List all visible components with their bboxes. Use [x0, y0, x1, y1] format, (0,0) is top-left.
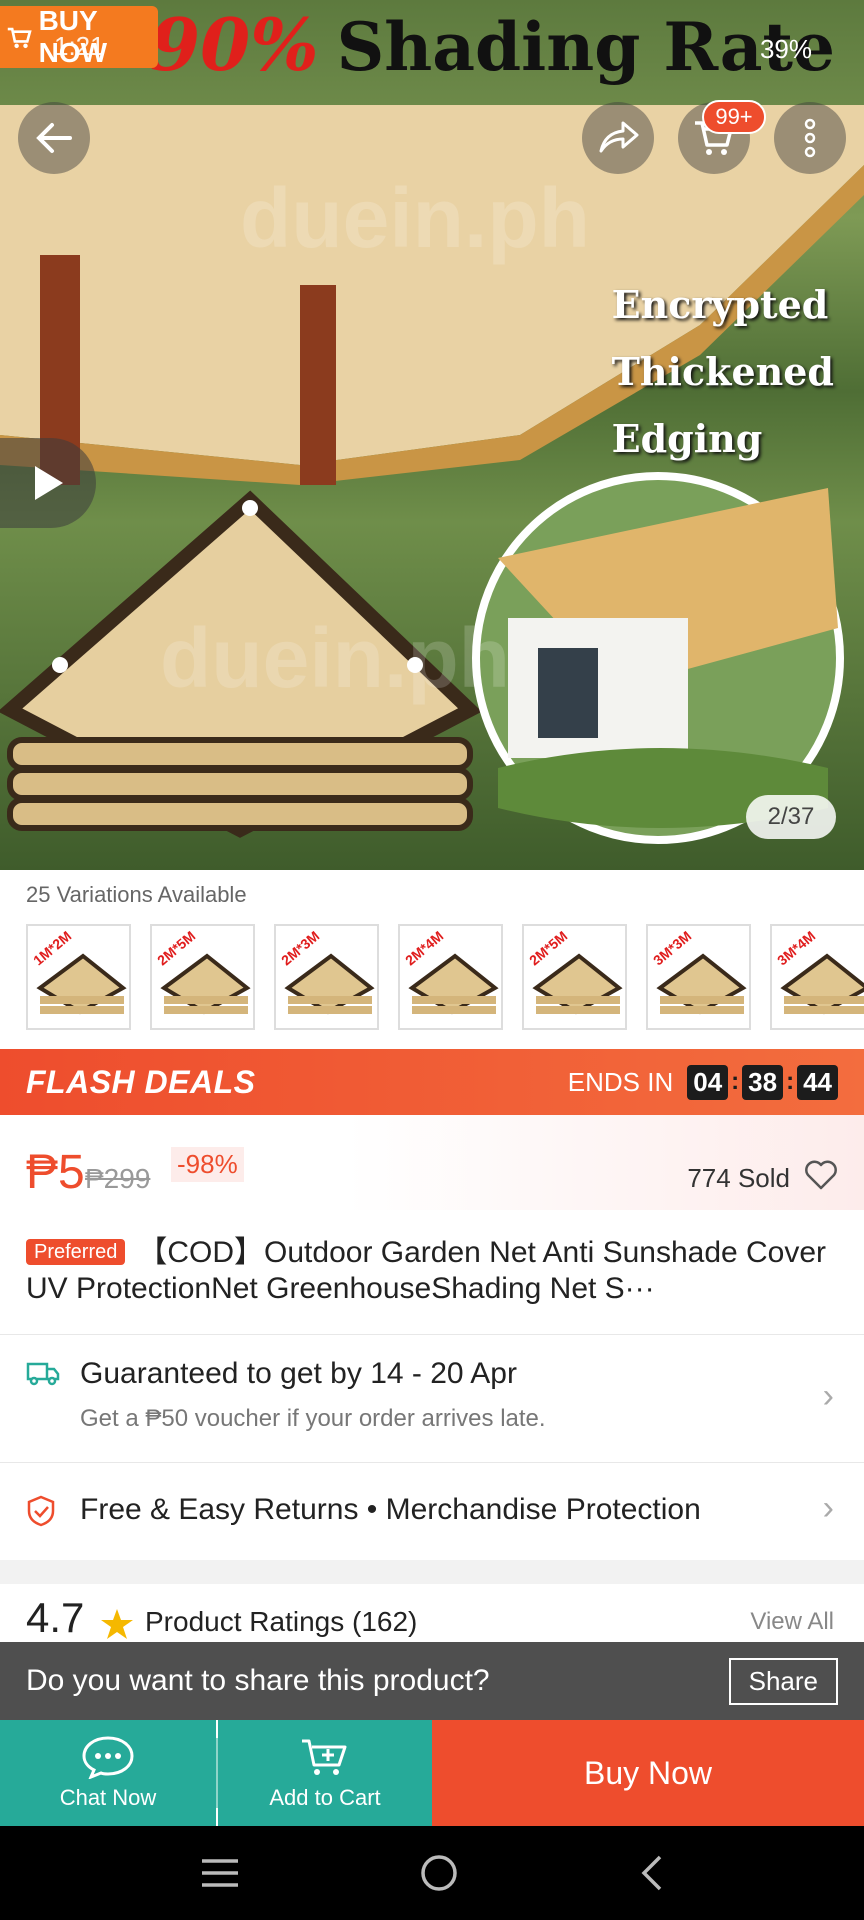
- returns-protection-row[interactable]: Free & Easy Returns • Merchandise Protec…: [0, 1463, 864, 1559]
- variation-thumbnails: 1M*2M 2M*5M 2M*3M 2M*4M 2M*5M 3M*3M 3M*4…: [26, 924, 864, 1030]
- delivery-guarantee-text: Guaranteed to get by 14 - 20 Apr: [80, 1357, 517, 1390]
- add-cart-icon: [302, 1739, 347, 1775]
- feature-list: Encrypted Thickened Edging: [612, 282, 834, 461]
- net-thumbnail-icon: [36, 953, 127, 1015]
- chevron-right-icon: ›: [822, 1377, 834, 1415]
- view-all-link[interactable]: View All: [750, 1608, 834, 1636]
- variation-thumb[interactable]: 2M*5M: [150, 924, 255, 1030]
- chat-bubble-icon: [82, 1736, 134, 1779]
- share-prompt: Do you want to share this product? Share: [0, 1642, 864, 1720]
- rating-value: 4.7: [26, 1594, 85, 1641]
- shipping-guarantee-row[interactable]: Guaranteed to get by 14 - 20 Apr Get a ₱…: [0, 1335, 864, 1463]
- section-separator: [0, 1560, 864, 1584]
- ratings-row[interactable]: 4.7 Product Ratings (162) View All: [0, 1584, 864, 1644]
- countdown-seconds: 44: [797, 1064, 838, 1100]
- image-counter: 2/37: [746, 795, 836, 839]
- variation-thumb[interactable]: 2M*5M: [522, 924, 627, 1030]
- chat-now-button[interactable]: Chat Now: [0, 1720, 216, 1826]
- preferred-badge: Preferred: [26, 1239, 126, 1265]
- chat-now-label: Chat Now: [59, 1785, 157, 1810]
- feature-text: Edging: [611, 416, 763, 461]
- add-to-cart-label: Add to Cart: [269, 1785, 381, 1810]
- bottom-action-bar: Chat Now Add to Cart Buy Now: [0, 1720, 864, 1826]
- feature-text: Encrypted: [611, 282, 829, 327]
- watermark: duein.ph: [240, 171, 590, 265]
- status-bar: 1:21: [0, 0, 864, 92]
- flash-deals-title: FLASH DEALS: [26, 1063, 256, 1100]
- star-icon: [101, 1609, 133, 1639]
- back-button[interactable]: [18, 102, 90, 174]
- buy-now-button[interactable]: Buy Now: [432, 1720, 864, 1826]
- share-button[interactable]: [582, 102, 654, 174]
- price-row: ₱5 ₱299 -98% 774 Sold: [0, 1115, 864, 1210]
- variation-thumb[interactable]: 3M*4M: [770, 924, 864, 1030]
- countdown-colon: :: [786, 1068, 795, 1095]
- feature-text: Thickened: [611, 349, 834, 394]
- net-thumbnail-icon: [160, 953, 251, 1015]
- discount-badge: -98%: [171, 1147, 244, 1182]
- truck-icon: [26, 1362, 60, 1386]
- flash-deals-banner[interactable]: FLASH DEALS ENDS IN 04 : 38 : 44: [0, 1049, 864, 1115]
- share-prompt-button[interactable]: Share: [728, 1657, 838, 1705]
- net-thumbnail-icon: [656, 953, 747, 1015]
- share-arrow-icon: [599, 121, 639, 153]
- cart-count-badge: 99+: [702, 100, 766, 134]
- voucher-note: Get a ₱50 voucher if your order arrives …: [80, 1405, 546, 1432]
- shield-check-icon: [27, 1495, 55, 1527]
- original-price: ₱299: [85, 1163, 151, 1194]
- like-button[interactable]: [804, 1159, 838, 1196]
- flash-ends-label: ENDS IN: [567, 1066, 674, 1097]
- product-image-carousel[interactable]: duein.ph duein.ph 90% Shading Rate Encry…: [0, 0, 864, 870]
- ratings-label: Product Ratings (162): [145, 1606, 418, 1637]
- countdown-minutes: 38: [742, 1064, 784, 1100]
- returns-text: Free & Easy Returns • Merchandise Protec…: [80, 1493, 701, 1526]
- countdown-colon: :: [731, 1068, 740, 1095]
- sold-count: 774 Sold: [687, 1163, 790, 1193]
- variation-thumb[interactable]: 1M*2M: [26, 924, 131, 1030]
- recent-apps-icon[interactable]: [198, 1855, 242, 1891]
- variation-thumb[interactable]: 2M*3M: [274, 924, 379, 1030]
- more-options-button[interactable]: [774, 102, 846, 174]
- play-icon: [35, 466, 63, 500]
- status-time: 1:21: [54, 30, 105, 61]
- product-title: Preferred 【COD】Outdoor Garden Net Anti Su…: [26, 1234, 846, 1307]
- installed-shade-photo: [472, 472, 844, 844]
- variation-thumb[interactable]: 3M*3M: [646, 924, 751, 1030]
- system-nav-bar: [0, 1826, 864, 1920]
- variation-thumb[interactable]: 2M*4M: [398, 924, 503, 1030]
- variations-count: 25 Variations Available: [26, 882, 247, 907]
- net-thumbnail-icon: [780, 953, 864, 1015]
- add-to-cart-button[interactable]: Add to Cart: [218, 1720, 432, 1826]
- home-icon[interactable]: [419, 1853, 459, 1893]
- net-thumbnail-icon: [408, 953, 499, 1015]
- battery-level: 39%: [759, 34, 812, 64]
- current-price: ₱5: [26, 1146, 85, 1199]
- play-video-button[interactable]: [0, 438, 96, 528]
- net-thumbnail-icon: [532, 953, 623, 1015]
- more-vertical-icon: [804, 118, 816, 158]
- heart-icon: [805, 1160, 837, 1190]
- share-question: Do you want to share this product?: [26, 1664, 490, 1697]
- watermark: duein.ph: [160, 611, 510, 705]
- chevron-right-icon: ›: [822, 1489, 834, 1527]
- net-thumbnail-icon: [284, 953, 375, 1015]
- countdown-hours: 04: [687, 1064, 729, 1100]
- product-title-text: 【COD】Outdoor Garden Net Anti Sunshade Co…: [26, 1236, 827, 1305]
- arrow-left-icon: [36, 123, 72, 153]
- back-icon[interactable]: [636, 1853, 666, 1893]
